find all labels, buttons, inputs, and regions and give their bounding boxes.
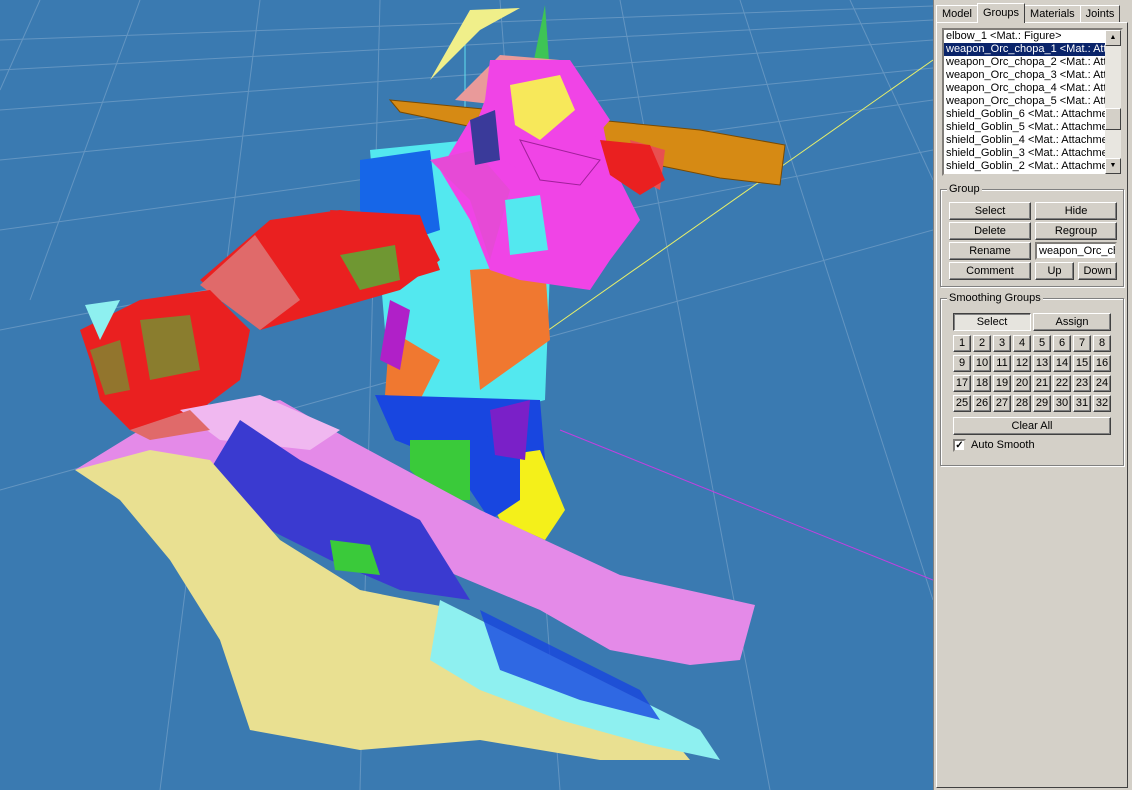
scroll-down-icon[interactable]: ▼: [1105, 158, 1121, 174]
delete-button[interactable]: Delete: [949, 222, 1031, 240]
smoothing-group-button[interactable]: 25: [953, 395, 971, 412]
hide-button[interactable]: Hide: [1035, 202, 1117, 220]
smoothing-group-button[interactable]: 17: [953, 375, 971, 392]
groups-tab-panel: elbow_1 <Mat.: Figure> weapon_Orc_chopa_1…: [936, 22, 1128, 788]
smoothing-group-button[interactable]: 18: [973, 375, 991, 392]
scroll-thumb[interactable]: [1105, 108, 1121, 130]
smoothing-assign-button[interactable]: Assign: [1033, 313, 1111, 331]
smoothing-group-button[interactable]: 31: [1073, 395, 1091, 412]
comment-button[interactable]: Comment: [949, 262, 1031, 280]
axis-magenta: [559, 429, 933, 581]
groups-listbox[interactable]: elbow_1 <Mat.: Figure> weapon_Orc_chopa_1…: [942, 28, 1123, 176]
smoothing-group-button[interactable]: 6: [1053, 335, 1071, 352]
smoothing-groups-box: Smoothing Groups Select Assign 123456789…: [940, 291, 1124, 466]
regroup-button[interactable]: Regroup: [1035, 222, 1117, 240]
smoothing-group-button[interactable]: 22: [1053, 375, 1071, 392]
smoothing-group-button[interactable]: 4: [1013, 335, 1031, 352]
3d-viewport[interactable]: [0, 0, 934, 790]
smoothing-group-button[interactable]: 21: [1033, 375, 1051, 392]
group-list-item[interactable]: elbow_1 <Mat.: Figure>: [944, 30, 1108, 43]
tab-materials[interactable]: Materials: [1024, 5, 1081, 22]
group-list-item[interactable]: shield_Goblin_4 <Mat.: Attachment>: [944, 134, 1108, 147]
clear-all-button[interactable]: Clear All: [953, 417, 1111, 435]
smoothing-group-button[interactable]: 2: [973, 335, 991, 352]
rename-field[interactable]: weapon_Orc_chopa_1: [1035, 242, 1117, 260]
group-list-item[interactable]: weapon_Orc_chopa_2 <Mat.: Attachment>: [944, 56, 1108, 69]
smoothing-group-button[interactable]: 3: [993, 335, 1011, 352]
smoothing-group-button[interactable]: 26: [973, 395, 991, 412]
smoothing-group-button[interactable]: 1: [953, 335, 971, 352]
tab-model[interactable]: Model: [936, 5, 978, 22]
groups-list: elbow_1 <Mat.: Figure> weapon_Orc_chopa_1…: [944, 30, 1108, 173]
tab-joints[interactable]: Joints: [1079, 5, 1121, 22]
smoothing-group-button[interactable]: 12: [1013, 355, 1031, 372]
group-list-item[interactable]: shield_Goblin_2 <Mat.: Attachment>: [944, 160, 1108, 173]
group-box-title: Group: [947, 182, 982, 196]
smoothing-groups-title: Smoothing Groups: [947, 291, 1043, 305]
auto-smooth-checkbox[interactable]: ✓: [953, 439, 966, 452]
down-button[interactable]: Down: [1078, 262, 1117, 280]
right-panel: Model Groups Materials Joints elbow_1 <M…: [934, 0, 1132, 790]
smoothing-group-button[interactable]: 32: [1093, 395, 1111, 412]
up-button[interactable]: Up: [1035, 262, 1074, 280]
smoothing-group-button[interactable]: 9: [953, 355, 971, 372]
auto-smooth-label: Auto Smooth: [971, 439, 1035, 451]
smoothing-group-button[interactable]: 23: [1073, 375, 1091, 392]
smoothing-group-button[interactable]: 8: [1093, 335, 1111, 352]
tab-strip: Model Groups Materials Joints: [936, 3, 1121, 23]
group-list-item[interactable]: weapon_Orc_chopa_1 <Mat.: Attachment>: [944, 43, 1108, 56]
smoothing-group-button[interactable]: 5: [1033, 335, 1051, 352]
smoothing-group-button[interactable]: 7: [1073, 335, 1091, 352]
smoothing-group-button[interactable]: 24: [1093, 375, 1111, 392]
group-list-item[interactable]: shield_Goblin_6 <Mat.: Attachment>: [944, 108, 1108, 121]
group-list-item[interactable]: weapon_Orc_chopa_5 <Mat.: Attachment>: [944, 95, 1108, 108]
scroll-up-icon[interactable]: ▲: [1105, 30, 1121, 46]
smoothing-select-button[interactable]: Select: [953, 313, 1031, 331]
smoothing-group-button[interactable]: 14: [1053, 355, 1071, 372]
smoothing-group-button[interactable]: 27: [993, 395, 1011, 412]
group-box: Group Select Hide Delete Regroup Rename …: [940, 182, 1124, 287]
group-list-item[interactable]: weapon_Orc_chopa_3 <Mat.: Attachment>: [944, 69, 1108, 82]
smoothing-group-button[interactable]: 13: [1033, 355, 1051, 372]
smoothing-group-button[interactable]: 11: [993, 355, 1011, 372]
tab-groups[interactable]: Groups: [976, 3, 1026, 23]
smoothing-group-button[interactable]: 19: [993, 375, 1011, 392]
smoothing-group-button[interactable]: 10: [973, 355, 991, 372]
smoothing-group-button[interactable]: 16: [1093, 355, 1111, 372]
rename-button[interactable]: Rename: [949, 242, 1031, 260]
smoothing-group-button[interactable]: 28: [1013, 395, 1031, 412]
model-render: [0, 0, 933, 790]
group-list-item[interactable]: shield_Goblin_5 <Mat.: Attachment>: [944, 121, 1108, 134]
smoothing-group-button[interactable]: 20: [1013, 375, 1031, 392]
smoothing-group-button[interactable]: 15: [1073, 355, 1091, 372]
group-list-item[interactable]: shield_Goblin_3 <Mat.: Attachment>: [944, 147, 1108, 160]
smoothing-group-button[interactable]: 29: [1033, 395, 1051, 412]
group-select-button[interactable]: Select: [949, 202, 1031, 220]
group-list-item[interactable]: weapon_Orc_chopa_4 <Mat.: Attachment>: [944, 82, 1108, 95]
listbox-scrollbar[interactable]: ▲ ▼: [1105, 30, 1121, 174]
smoothing-group-button[interactable]: 30: [1053, 395, 1071, 412]
